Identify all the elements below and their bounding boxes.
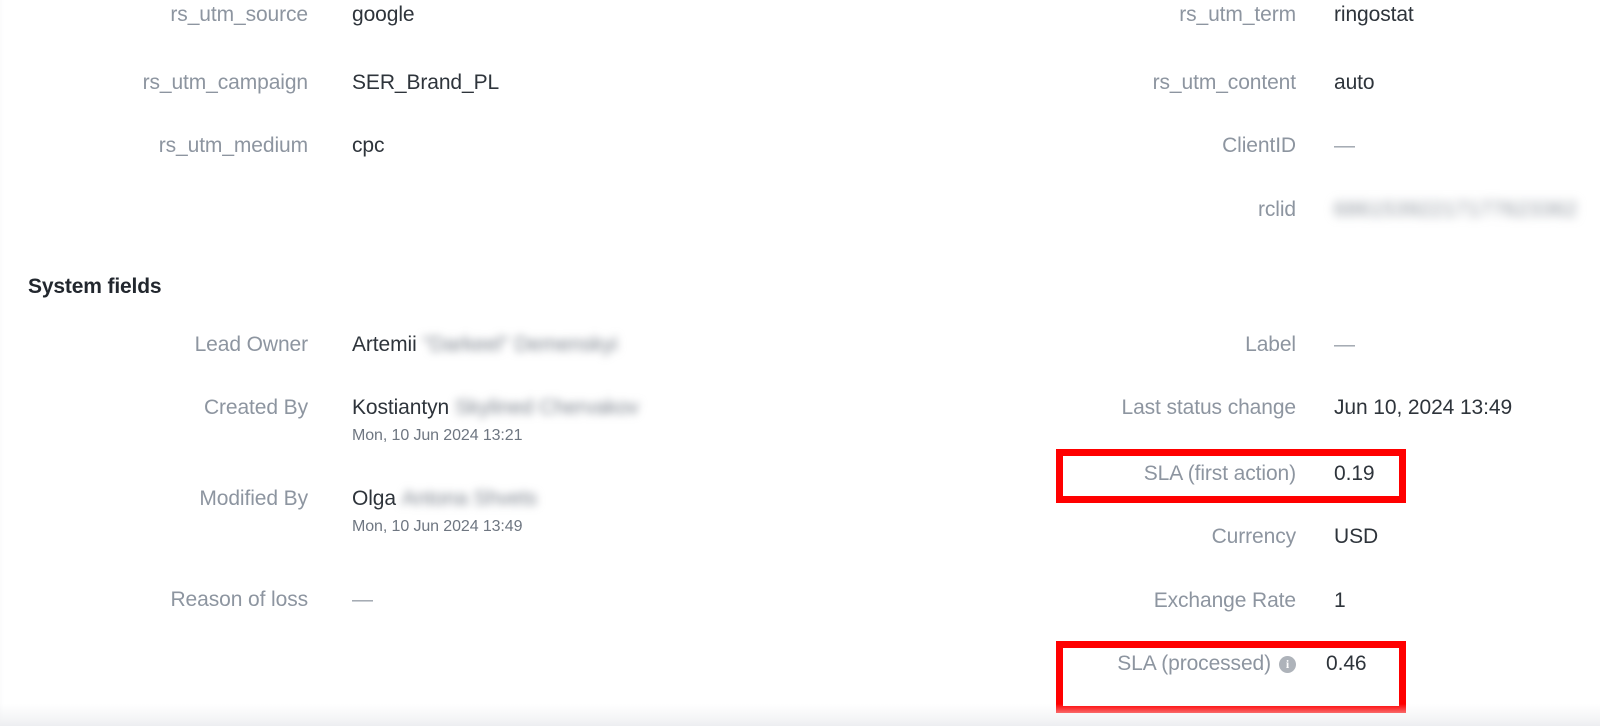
field-value: Kostiantyn: [352, 396, 450, 419]
left-edge-rail: [0, 0, 4, 726]
field-value: —: [1334, 333, 1355, 356]
field-label: rclid: [1257, 198, 1296, 221]
field-row[interactable]: Lead Owner Artemii "Darkeel" Demenskyi: [0, 332, 760, 358]
field-label: rs_utm_campaign: [142, 71, 309, 94]
field-row[interactable]: Currency USD: [960, 524, 1600, 550]
field-row[interactable]: ClientID —: [960, 133, 1600, 159]
section-heading: System fields: [28, 275, 162, 298]
field-value: 1: [1334, 589, 1346, 612]
field-row[interactable]: Last status change Jun 10, 2024 13:49: [960, 395, 1600, 421]
field-label: SLA (processed): [1117, 652, 1271, 675]
field-label: Exchange Rate: [1153, 589, 1296, 612]
field-label: Lead Owner: [194, 333, 309, 356]
field-value: cpc: [352, 134, 385, 157]
field-row[interactable]: Modified By Olga Antona Shvets Mon, 10 J…: [0, 486, 760, 537]
field-value: Jun 10, 2024 13:49: [1334, 396, 1513, 419]
field-label: Label: [1245, 333, 1296, 356]
field-label: Modified By: [199, 487, 308, 510]
field-value: Olga: [352, 487, 396, 510]
field-row-sla-first-action[interactable]: SLA (first action) 0.19: [960, 461, 1600, 487]
field-row[interactable]: rs_utm_medium cpc: [0, 133, 700, 159]
field-row[interactable]: Created By Kostiantyn Skylined Chervakov…: [0, 395, 760, 446]
field-value: ringostat: [1334, 3, 1414, 26]
field-label: ClientID: [1222, 134, 1296, 157]
field-label: rs_utm_source: [170, 3, 308, 26]
field-value: google: [352, 3, 415, 26]
field-value-redacted: Skylined Chervakov: [454, 396, 639, 419]
field-row[interactable]: rs_utm_source google: [0, 2, 700, 28]
field-label: Last status change: [1121, 396, 1297, 419]
field-value: —: [1334, 134, 1355, 157]
field-label: rs_utm_content: [1152, 71, 1296, 94]
field-value: 0.19: [1334, 462, 1375, 485]
info-icon[interactable]: i: [1279, 655, 1296, 673]
field-row-sla-processed[interactable]: SLA (processed) i 0.46: [960, 651, 1600, 677]
field-value-redacted: Antona Shvets: [401, 487, 538, 510]
field-value-redacted: 68615392217177623362: [1334, 198, 1578, 221]
field-value: 0.46: [1326, 652, 1367, 675]
field-value: SER_Brand_PL: [352, 71, 500, 94]
field-value-timestamp: Mon, 10 Jun 2024 13:21: [352, 427, 523, 444]
field-value-timestamp: Mon, 10 Jun 2024 13:49: [352, 518, 523, 535]
field-value-redacted: "Darkeel" Demenskyi: [422, 333, 618, 356]
field-row[interactable]: rs_utm_campaign SER_Brand_PL: [0, 70, 700, 96]
field-row[interactable]: Reason of loss —: [0, 587, 760, 613]
field-row[interactable]: Label —: [960, 332, 1600, 358]
field-row[interactable]: rclid 68615392217177623362: [960, 197, 1600, 223]
field-label: Reason of loss: [170, 588, 308, 611]
field-value: USD: [1334, 525, 1379, 548]
field-row[interactable]: rs_utm_content auto: [960, 70, 1600, 96]
field-row[interactable]: rs_utm_term ringostat: [960, 2, 1600, 28]
lead-details-panel: rs_utm_source google rs_utm_campaign SER…: [0, 0, 1600, 726]
field-label: Created By: [203, 396, 308, 419]
field-label: SLA (first action): [1143, 462, 1296, 485]
field-label: Currency: [1211, 525, 1296, 548]
field-label: rs_utm_medium: [158, 134, 308, 157]
field-label: rs_utm_term: [1179, 3, 1296, 26]
bottom-fade: [0, 704, 1600, 726]
field-value: Artemii: [352, 333, 417, 356]
field-value: —: [352, 588, 373, 611]
field-value: auto: [1334, 71, 1375, 94]
field-row[interactable]: Exchange Rate 1: [960, 588, 1600, 614]
